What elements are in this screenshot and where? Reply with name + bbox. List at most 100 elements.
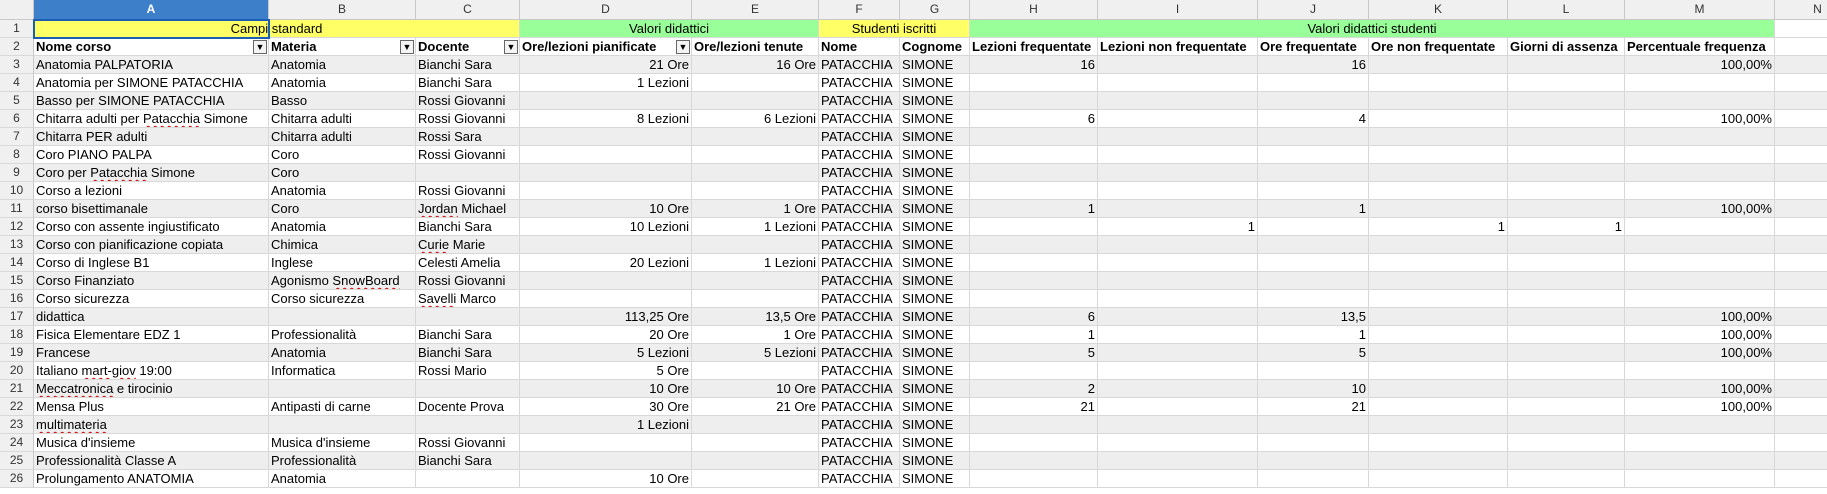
- cell-c23[interactable]: [416, 416, 520, 434]
- cell-n1[interactable]: [1775, 20, 1827, 38]
- cell-f3[interactable]: PATACCHIA: [819, 56, 900, 74]
- cell-j8[interactable]: [1258, 146, 1369, 164]
- cell-m15[interactable]: [1625, 272, 1775, 290]
- cell-b11[interactable]: Coro: [269, 200, 416, 218]
- group-header-1[interactable]: Valori didattici: [520, 20, 819, 38]
- cell-j9[interactable]: [1258, 164, 1369, 182]
- cell-l14[interactable]: [1508, 254, 1625, 272]
- cell-i21[interactable]: [1098, 380, 1258, 398]
- cell-f4[interactable]: PATACCHIA: [819, 74, 900, 92]
- cell-i9[interactable]: [1098, 164, 1258, 182]
- cell-k19[interactable]: [1369, 344, 1508, 362]
- field-header-j[interactable]: Ore frequentate: [1258, 38, 1369, 56]
- column-header-d[interactable]: D: [520, 0, 692, 20]
- cell-c24[interactable]: Rossi Giovanni: [416, 434, 520, 452]
- cell-c13[interactable]: Curie Marie: [416, 236, 520, 254]
- cell-h3[interactable]: 16: [970, 56, 1098, 74]
- cell-l10[interactable]: [1508, 182, 1625, 200]
- cell-c16[interactable]: Savelli Marco: [416, 290, 520, 308]
- cell-i22[interactable]: [1098, 398, 1258, 416]
- cell-d25[interactable]: [520, 452, 692, 470]
- cell-l16[interactable]: [1508, 290, 1625, 308]
- cell-k10[interactable]: [1369, 182, 1508, 200]
- cell-f18[interactable]: PATACCHIA: [819, 326, 900, 344]
- cell-h20[interactable]: [970, 362, 1098, 380]
- cell-g17[interactable]: SIMONE: [900, 308, 970, 326]
- cell-c12[interactable]: Bianchi Sara: [416, 218, 520, 236]
- column-header-e[interactable]: E: [692, 0, 819, 20]
- cell-d26[interactable]: 10 Ore: [520, 470, 692, 488]
- cell-b25[interactable]: Professionalità: [269, 452, 416, 470]
- cell-i14[interactable]: [1098, 254, 1258, 272]
- cell-k23[interactable]: [1369, 416, 1508, 434]
- cell-i23[interactable]: [1098, 416, 1258, 434]
- cell-g12[interactable]: SIMONE: [900, 218, 970, 236]
- cell-g8[interactable]: SIMONE: [900, 146, 970, 164]
- field-header-g[interactable]: Cognome: [900, 38, 970, 56]
- cell-m19[interactable]: 100,00%: [1625, 344, 1775, 362]
- cell-g22[interactable]: SIMONE: [900, 398, 970, 416]
- group-header-2[interactable]: Studenti iscritti: [819, 20, 970, 38]
- row-header-23[interactable]: 23: [0, 416, 34, 434]
- cell-j24[interactable]: [1258, 434, 1369, 452]
- cell-b19[interactable]: Anatomia: [269, 344, 416, 362]
- row-header-26[interactable]: 26: [0, 470, 34, 488]
- row-header-11[interactable]: 11: [0, 200, 34, 218]
- cell-j20[interactable]: [1258, 362, 1369, 380]
- cell-k17[interactable]: [1369, 308, 1508, 326]
- cell-n3[interactable]: [1775, 56, 1827, 74]
- cell-c8[interactable]: Rossi Giovanni: [416, 146, 520, 164]
- cell-j23[interactable]: [1258, 416, 1369, 434]
- autofilter-dropdown-button[interactable]: ▼: [676, 40, 690, 54]
- cell-d5[interactable]: [520, 92, 692, 110]
- cell-e4[interactable]: [692, 74, 819, 92]
- field-header-d[interactable]: Ore/lezioni pianificate: [520, 38, 692, 56]
- cell-n5[interactable]: [1775, 92, 1827, 110]
- cell-i4[interactable]: [1098, 74, 1258, 92]
- cell-i11[interactable]: [1098, 200, 1258, 218]
- cell-a12[interactable]: Corso con assente ingiustificato: [34, 218, 269, 236]
- cell-l11[interactable]: [1508, 200, 1625, 218]
- cell-i5[interactable]: [1098, 92, 1258, 110]
- cell-b4[interactable]: Anatomia: [269, 74, 416, 92]
- cell-n18[interactable]: [1775, 326, 1827, 344]
- cell-a24[interactable]: Musica d'insieme: [34, 434, 269, 452]
- cell-l17[interactable]: [1508, 308, 1625, 326]
- cell-a14[interactable]: Corso di Inglese B1: [34, 254, 269, 272]
- cell-i12[interactable]: 1: [1098, 218, 1258, 236]
- cell-h14[interactable]: [970, 254, 1098, 272]
- cell-f25[interactable]: PATACCHIA: [819, 452, 900, 470]
- cell-e8[interactable]: [692, 146, 819, 164]
- cell-l18[interactable]: [1508, 326, 1625, 344]
- autofilter-dropdown-button[interactable]: ▼: [253, 40, 267, 54]
- cell-n24[interactable]: [1775, 434, 1827, 452]
- cell-m14[interactable]: [1625, 254, 1775, 272]
- cell-m8[interactable]: [1625, 146, 1775, 164]
- cell-d10[interactable]: [520, 182, 692, 200]
- cell-h23[interactable]: [970, 416, 1098, 434]
- cell-f13[interactable]: PATACCHIA: [819, 236, 900, 254]
- cell-d23[interactable]: 1 Lezioni: [520, 416, 692, 434]
- cell-f23[interactable]: PATACCHIA: [819, 416, 900, 434]
- cell-i6[interactable]: [1098, 110, 1258, 128]
- cell-a21[interactable]: Meccatronica e tirocinio: [34, 380, 269, 398]
- row-header-18[interactable]: 18: [0, 326, 34, 344]
- cell-e22[interactable]: 21 Ore: [692, 398, 819, 416]
- column-header-j[interactable]: J: [1258, 0, 1369, 20]
- cell-c3[interactable]: Bianchi Sara: [416, 56, 520, 74]
- cell-n16[interactable]: [1775, 290, 1827, 308]
- cell-m9[interactable]: [1625, 164, 1775, 182]
- field-header-a[interactable]: Nome corso: [34, 38, 269, 56]
- cell-f15[interactable]: PATACCHIA: [819, 272, 900, 290]
- row-header-12[interactable]: 12: [0, 218, 34, 236]
- cell-l5[interactable]: [1508, 92, 1625, 110]
- cell-b14[interactable]: Inglese: [269, 254, 416, 272]
- column-header-k[interactable]: K: [1369, 0, 1508, 20]
- field-header-h[interactable]: Lezioni frequentate: [970, 38, 1098, 56]
- cell-m11[interactable]: 100,00%: [1625, 200, 1775, 218]
- cell-i15[interactable]: [1098, 272, 1258, 290]
- cell-k21[interactable]: [1369, 380, 1508, 398]
- cell-k6[interactable]: [1369, 110, 1508, 128]
- cell-l7[interactable]: [1508, 128, 1625, 146]
- cell-d9[interactable]: [520, 164, 692, 182]
